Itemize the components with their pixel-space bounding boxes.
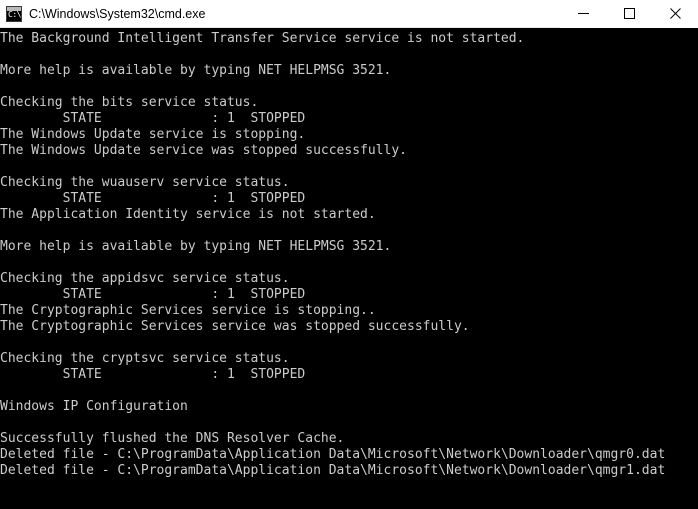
cmd-icon-prompt-text: C:\: [8, 9, 21, 19]
console-text: The Background Intelligent Transfer Serv…: [0, 31, 666, 478]
title-bar-left[interactable]: C:\ C:\Windows\System32\cmd.exe: [0, 0, 560, 27]
close-icon: [669, 8, 681, 19]
maximize-button[interactable]: [606, 0, 652, 28]
cmd-console-icon: C:\: [6, 5, 22, 22]
maximize-icon: [623, 8, 635, 19]
close-button[interactable]: [652, 0, 698, 28]
cmd-window: C:\ C:\Windows\System32\cmd.exe The Back…: [0, 0, 698, 509]
console-output-area[interactable]: The Background Intelligent Transfer Serv…: [0, 28, 698, 509]
window-title: C:\Windows\System32\cmd.exe: [29, 6, 206, 21]
minimize-button[interactable]: [560, 0, 606, 28]
window-controls[interactable]: [560, 0, 698, 28]
minimize-icon: [577, 13, 589, 14]
title-bar[interactable]: C:\ C:\Windows\System32\cmd.exe: [0, 0, 698, 28]
